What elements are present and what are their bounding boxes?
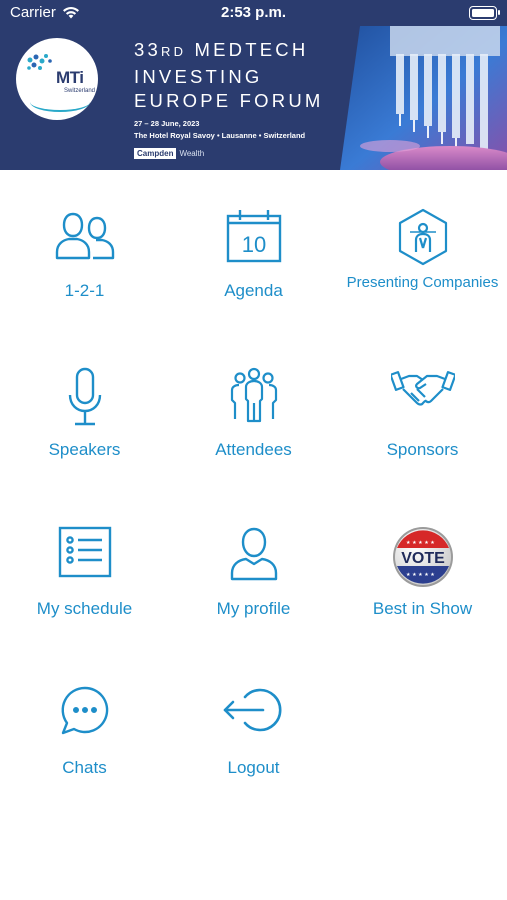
menu-label: Sponsors [386, 440, 459, 459]
menu-label: My schedule [36, 599, 133, 618]
menu-item-presenting-companies[interactable]: Presenting Companies [338, 170, 507, 329]
event-venue: The Hotel Royal Savoy • Lausanne • Switz… [134, 131, 306, 140]
menu-label: Best in Show [372, 599, 473, 618]
menu-label: Logout [227, 758, 280, 777]
chat-bubble-icon [61, 686, 108, 735]
user-icon [230, 527, 277, 581]
title-ordinal: RD [160, 44, 187, 59]
logout-icon [223, 688, 281, 732]
battery-icon [469, 6, 500, 20]
menu-label: My profile [216, 599, 291, 618]
menu-label: 1-2-1 [64, 281, 105, 300]
list-icon [58, 526, 111, 578]
menu-item-sponsors[interactable]: Sponsors [338, 329, 507, 488]
svg-text:★ ★ ★ ★ ★: ★ ★ ★ ★ ★ [406, 540, 435, 546]
menu-item-my-profile[interactable]: My profile [169, 488, 338, 647]
group-icon [230, 367, 277, 423]
molecule-dots-icon [27, 54, 52, 70]
status-time: 2:53 p.m. [220, 4, 287, 21]
status-bar: Carrier 2:53 p.m. [0, 0, 507, 26]
menu-item-best-in-show[interactable]: ★ ★ ★ ★ ★ ★ ★ ★ ★ ★ VOTE Best in Show [338, 488, 507, 647]
menu-item-chats[interactable]: Chats [0, 647, 169, 806]
calendar-icon: 10 [226, 210, 281, 263]
title-line1: MEDTECH [186, 39, 309, 60]
sponsor-rest: Wealth [179, 149, 205, 158]
event-date: 27 – 28 June, 2023 [134, 119, 200, 128]
logo-swoosh [30, 92, 90, 112]
menu-label: Chats [62, 758, 107, 777]
battery-level [472, 9, 494, 17]
title-line2: INVESTING [134, 65, 263, 87]
menu-item-speakers[interactable]: Speakers [0, 329, 169, 488]
title-number: 33 [134, 39, 161, 60]
menu-label: Agenda [224, 281, 283, 300]
presenter-hexagon-icon [398, 208, 447, 266]
lab-illustration [330, 26, 507, 170]
menu-label: Speakers [48, 440, 121, 459]
lab-pipette-image [330, 26, 507, 170]
handshake-icon [390, 371, 455, 406]
menu-item-logout[interactable]: Logout [169, 647, 338, 806]
mti-logo: MTi Switzerland [16, 38, 98, 120]
menu-label: Attendees [215, 440, 292, 459]
calendar-day-number: 10 [241, 232, 265, 257]
sponsor-tag: Campden [134, 148, 177, 159]
microphone-icon [68, 367, 101, 426]
people-pair-icon [55, 212, 114, 260]
menu-item-agenda[interactable]: 10 Agenda [169, 170, 338, 329]
event-banner: MTi Switzerland 33RD MEDTECH INVESTING E… [0, 26, 507, 170]
menu-item-attendees[interactable]: Attendees [169, 329, 338, 488]
menu-item-1-2-1[interactable]: 1-2-1 [0, 170, 169, 329]
event-title: 33RD MEDTECH INVESTING EUROPE FORUM [134, 38, 324, 114]
title-line3: EUROPE FORUM [134, 90, 324, 111]
sponsor-logo: Campden Wealth [134, 148, 204, 159]
logo-text: MTi [56, 68, 84, 87]
svg-text:★ ★ ★ ★ ★: ★ ★ ★ ★ ★ [406, 572, 435, 578]
vote-badge-text: VOTE [401, 550, 445, 567]
menu-label: Presenting Companies [346, 274, 499, 291]
vote-badge-icon: ★ ★ ★ ★ ★ ★ ★ ★ ★ ★ VOTE [392, 527, 453, 587]
menu-item-my-schedule[interactable]: My schedule [0, 488, 169, 647]
